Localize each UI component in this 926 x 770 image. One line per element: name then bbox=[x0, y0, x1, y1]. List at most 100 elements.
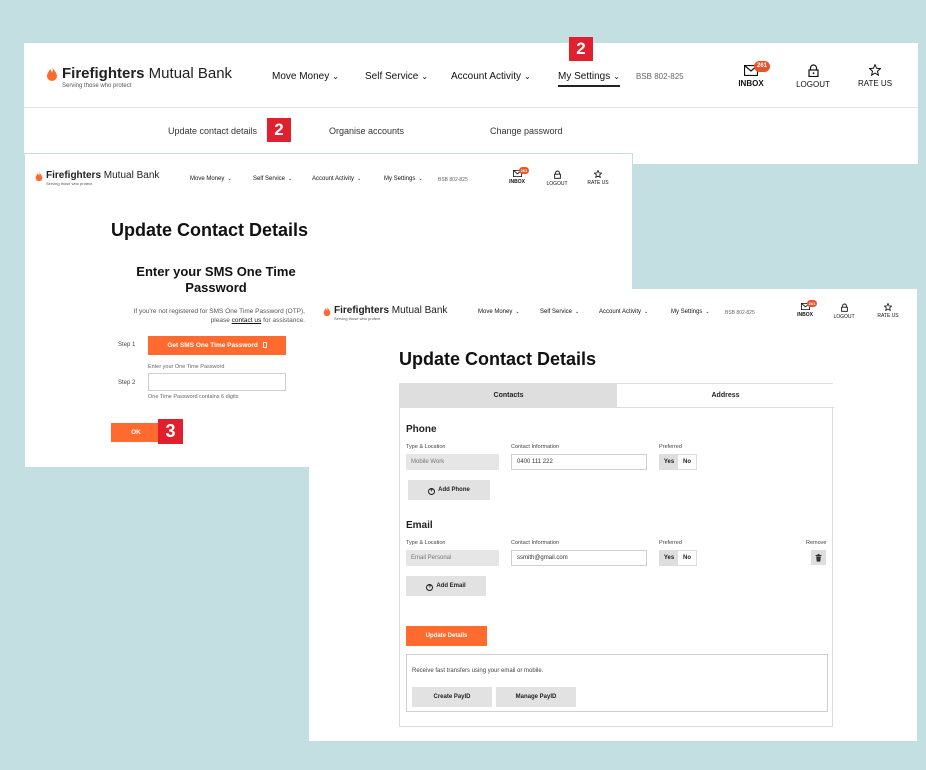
submenu-organise-accounts[interactable]: Organise accounts bbox=[329, 126, 404, 136]
email-type-field[interactable]: Email Personal bbox=[406, 550, 499, 566]
logout-label: LOGOUT bbox=[546, 181, 568, 187]
nav-self-service[interactable]: Self Service ⌄ bbox=[540, 309, 579, 315]
email-col-pref: Preferred bbox=[659, 540, 682, 546]
update-details-button[interactable]: Update Details bbox=[406, 626, 487, 646]
nav-self-service[interactable]: Self Service ⌄ bbox=[365, 71, 428, 82]
step2-label: Step 2 bbox=[118, 380, 136, 386]
tab-address[interactable]: Address bbox=[617, 384, 834, 408]
email-col-info: Contact Information bbox=[511, 540, 559, 546]
inbox-count-badge: 261 bbox=[519, 167, 529, 174]
contact-form-card: Contacts Address Phone Type & Location C… bbox=[399, 383, 834, 727]
add-email-button[interactable]: + Add Email bbox=[406, 576, 486, 596]
brand-name-bold: Firefighters bbox=[46, 170, 102, 181]
nav-my-settings[interactable]: My Settings ⌄ bbox=[558, 71, 620, 87]
nav-my-settings[interactable]: My Settings ⌄ bbox=[671, 309, 709, 315]
nav-move-money[interactable]: Move Money ⌄ bbox=[272, 71, 339, 82]
rate-us-label: RATE US bbox=[587, 180, 609, 186]
tab-contacts[interactable]: Contacts bbox=[400, 384, 617, 408]
chevron-down-icon: ⌄ bbox=[613, 72, 620, 81]
brand-logo[interactable]: Firefighters Mutual Bank Serving those w… bbox=[323, 306, 447, 321]
chevron-down-icon: ⌄ bbox=[288, 177, 293, 182]
logout-button[interactable]: LOGOUT bbox=[544, 170, 570, 187]
plus-circle-icon: + bbox=[428, 488, 436, 495]
submenu-divider bbox=[24, 107, 918, 108]
lock-icon bbox=[553, 170, 561, 179]
bsb-number: BSB 802-825 bbox=[725, 310, 755, 316]
logout-button[interactable]: LOGOUT bbox=[794, 64, 832, 89]
bsb-number: BSB 802-825 bbox=[438, 177, 468, 183]
chevron-down-icon: ⌄ bbox=[575, 310, 580, 315]
nav-account-activity[interactable]: Account Activity ⌄ bbox=[451, 71, 531, 82]
nav-account-activity[interactable]: Account Activity ⌄ bbox=[312, 176, 361, 182]
add-phone-button[interactable]: + Add Phone bbox=[408, 480, 490, 500]
inbox-button[interactable]: INBOX 261 bbox=[507, 167, 529, 185]
contact-panel: Firefighters Mutual Bank Serving those w… bbox=[309, 289, 917, 741]
inbox-button[interactable]: INBOX 261 bbox=[736, 61, 770, 88]
nav-self-service[interactable]: Self Service ⌄ bbox=[253, 176, 292, 182]
chevron-down-icon: ⌄ bbox=[515, 310, 520, 315]
nav-move-money[interactable]: Move Money ⌄ bbox=[478, 309, 519, 315]
email-preferred-toggle: Yes No bbox=[659, 550, 697, 566]
step-marker-ok: 3 bbox=[158, 419, 183, 444]
rate-us-label: RATE US bbox=[857, 79, 893, 88]
payid-box: Receive fast transfers using your email … bbox=[406, 654, 828, 712]
email-address-input[interactable]: ssmith@gmail.com bbox=[511, 550, 647, 566]
star-icon bbox=[594, 170, 602, 178]
email-preferred-no[interactable]: No bbox=[678, 551, 696, 565]
rate-us-button[interactable]: RATE US bbox=[585, 170, 611, 186]
email-col-type: Type & Location bbox=[406, 540, 446, 546]
phone-col-pref: Preferred bbox=[659, 444, 682, 450]
ok-button[interactable]: OK bbox=[111, 423, 161, 442]
contact-us-link[interactable]: contact us bbox=[232, 317, 262, 324]
step-marker-settings: 2 bbox=[569, 37, 593, 61]
nav-move-money[interactable]: Move Money ⌄ bbox=[190, 176, 231, 182]
brand-tagline: Serving those who protect bbox=[62, 83, 132, 89]
create-payid-button[interactable]: Create PayID bbox=[412, 687, 492, 707]
logout-label: LOGOUT bbox=[796, 80, 830, 89]
phone-number-input[interactable]: 0400 111 222 bbox=[511, 454, 647, 470]
chevron-down-icon: ⌄ bbox=[421, 72, 429, 81]
brand-tagline: Serving those who protect bbox=[334, 316, 381, 321]
email-heading: Email bbox=[406, 520, 433, 531]
manage-payid-button[interactable]: Manage PayID bbox=[496, 687, 576, 707]
brand-logo[interactable]: Firefighters Mutual Bank Serving those w… bbox=[35, 171, 159, 186]
remove-email-button[interactable] bbox=[811, 550, 826, 565]
phone-col-type: Type & Location bbox=[406, 444, 446, 450]
chevron-down-icon: ⌄ bbox=[705, 310, 710, 315]
phone-col-info: Contact Information bbox=[511, 444, 559, 450]
otp-input[interactable] bbox=[148, 373, 286, 391]
logout-label: LOGOUT bbox=[833, 314, 855, 320]
rate-us-button[interactable]: RATE US bbox=[856, 64, 894, 88]
phone-type-field[interactable]: Mobile Work bbox=[406, 454, 499, 470]
chevron-down-icon: ⌄ bbox=[357, 177, 362, 182]
chevron-down-icon: ⌄ bbox=[644, 310, 649, 315]
get-otp-button[interactable]: Get SMS One Time Password bbox=[148, 336, 286, 355]
star-icon bbox=[884, 303, 892, 311]
brand-logo[interactable]: Firefighters Mutual Bank Serving those w… bbox=[46, 66, 232, 89]
nav-my-settings[interactable]: My Settings ⌄ bbox=[384, 176, 422, 182]
rate-us-label: RATE US bbox=[877, 313, 899, 319]
phone-preferred-no[interactable]: No bbox=[678, 455, 696, 469]
rate-us-button[interactable]: RATE US bbox=[875, 303, 901, 319]
flame-icon bbox=[35, 171, 43, 182]
inbox-count-badge: 261 bbox=[754, 61, 770, 72]
submenu-update-contact-details[interactable]: Update contact details bbox=[168, 126, 257, 136]
brand-name-light: Mutual Bank bbox=[389, 305, 448, 316]
inbox-label: INBOX bbox=[738, 79, 764, 88]
step-marker-update-contact: 2 bbox=[267, 118, 291, 142]
chevron-down-icon: ⌄ bbox=[227, 177, 232, 182]
payid-text: Receive fast transfers using your email … bbox=[412, 668, 544, 674]
lock-icon bbox=[840, 303, 848, 312]
brand-name-light: Mutual Bank bbox=[144, 65, 233, 82]
email-preferred-yes[interactable]: Yes bbox=[660, 551, 678, 565]
nav-account-activity[interactable]: Account Activity ⌄ bbox=[599, 309, 648, 315]
submenu-change-password[interactable]: Change password bbox=[490, 126, 563, 136]
phone-preferred-yes[interactable]: Yes bbox=[660, 455, 678, 469]
plus-circle-icon: + bbox=[426, 584, 434, 591]
brand-name-light: Mutual Bank bbox=[101, 170, 160, 181]
step1-label: Step 1 bbox=[118, 342, 136, 348]
inbox-count-badge: 261 bbox=[807, 300, 817, 307]
phone-icon bbox=[262, 342, 267, 348]
logout-button[interactable]: LOGOUT bbox=[831, 303, 857, 320]
inbox-button[interactable]: INBOX 261 bbox=[795, 300, 817, 318]
